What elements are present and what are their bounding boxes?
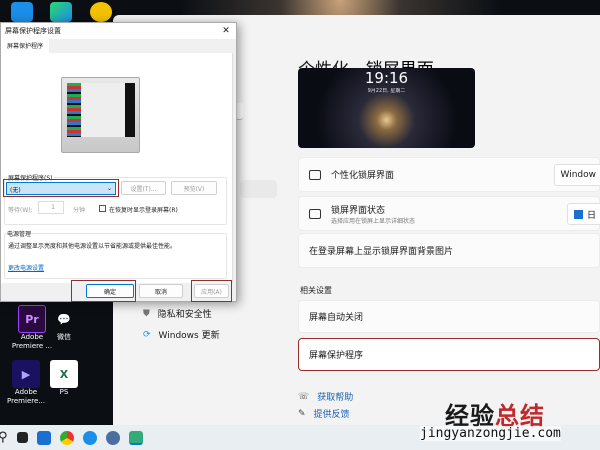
chevron-down-icon: ⌄ — [106, 185, 112, 192]
dialog-titlebar: 屏幕保护程序设置 ✕ — [1, 23, 236, 39]
update-icon: ⟳ — [143, 329, 151, 340]
resume-checkbox-label[interactable]: 在恢复时显示登录屏幕(R) — [109, 205, 178, 214]
settings-gear-icon[interactable] — [105, 430, 120, 445]
preview-window — [81, 83, 125, 137]
browser-icon[interactable] — [82, 430, 97, 445]
lock-screen-dropdown[interactable]: Window — [553, 164, 600, 186]
task-view-icon[interactable] — [16, 432, 28, 443]
sidebar-item-privacy[interactable]: ⛊ 隐私和安全性 — [143, 307, 212, 321]
app-icon[interactable] — [11, 2, 33, 22]
show-background-on-signin-card[interactable]: 在登录屏幕上显示锁屏界面背景图片 — [298, 233, 600, 268]
desktop-icon-excel[interactable]: X PS — [42, 360, 86, 397]
watermark-url: jingyanzongjie.com — [420, 426, 561, 441]
desktop-icon-wechat[interactable]: 💬 微信 — [42, 305, 86, 342]
screen-timeout-link[interactable]: 屏幕自动关闭 — [298, 300, 600, 333]
feedback-icon: ✎ — [298, 408, 306, 419]
widgets-icon[interactable] — [36, 430, 51, 445]
feedback-link[interactable]: ✎ 提供反馈 — [298, 407, 350, 421]
tab-screensaver[interactable]: 屏幕保护程序 — [1, 39, 50, 53]
shield-icon: ⛊ — [143, 308, 150, 319]
personalize-lock-screen-card[interactable]: 个性化锁屏界面 Window — [298, 157, 600, 192]
apply-button[interactable]: 应用(A) — [194, 284, 229, 298]
settings-button[interactable]: 设置(T)... — [121, 181, 166, 195]
preview-screen — [67, 83, 135, 137]
monitor-preview — [61, 77, 140, 153]
get-help-link[interactable]: ☏ 获取帮助 — [298, 390, 353, 404]
related-settings-heading: 相关设置 — [300, 286, 332, 295]
screensaver-app-icon[interactable] — [128, 430, 143, 445]
chrome-icon[interactable] — [59, 430, 74, 445]
preview-icons — [67, 83, 81, 137]
power-description: 通过调整显示亮度和其他电源设置以节省能源或提供最佳性能。 — [8, 243, 177, 250]
resume-checkbox[interactable] — [99, 205, 106, 212]
sidebar-item-windows-update[interactable]: ⟳ Windows 更新 — [143, 328, 220, 342]
sidebar-item-selected[interactable] — [240, 180, 277, 198]
tab-panel: 屏幕保护程序(S) (无) ⌄ 设置(T)... 预览(V) 等待(W): 1 分… — [1, 53, 233, 283]
help-icon: ☏ — [298, 391, 310, 402]
status-icon — [309, 208, 321, 219]
video-app-icon[interactable] — [50, 2, 72, 22]
lock-screen-preview: 19:16 9月22日, 星期二 — [298, 68, 475, 148]
minutes-label: 分钟 — [73, 207, 86, 214]
screensaver-select[interactable]: (无) ⌄ — [6, 182, 116, 195]
screen-saver-link[interactable]: 屏幕保护程序 — [298, 338, 600, 371]
screensaver-dialog: 屏幕保护程序设置 ✕ 屏幕保护程序 屏幕保护程序(S) (无) ⌄ 设置(T)...… — [0, 22, 237, 302]
preview-button[interactable]: 预览(V) — [171, 181, 217, 195]
calendar-icon — [573, 209, 583, 219]
app-icon[interactable] — [90, 2, 112, 22]
power-group — [4, 233, 227, 279]
ok-button[interactable]: 确定 — [86, 284, 134, 298]
lock-screen-icon — [309, 169, 321, 180]
wait-minutes-stepper[interactable]: 1 — [38, 201, 64, 214]
power-heading: 电源管理 — [7, 229, 32, 238]
status-app-dropdown[interactable]: 日 — [566, 203, 600, 225]
wait-label: 等待(W): — [8, 207, 33, 214]
close-icon[interactable]: ✕ — [216, 26, 236, 36]
search-icon[interactable]: ⚲ — [0, 430, 8, 445]
cancel-button[interactable]: 取消 — [139, 284, 183, 298]
lock-screen-status-card[interactable]: 锁屏界面状态 选择应用在锁屏上显示详细状态日 — [298, 196, 600, 231]
change-power-settings-link[interactable]: 更改电源设置 — [8, 263, 44, 272]
